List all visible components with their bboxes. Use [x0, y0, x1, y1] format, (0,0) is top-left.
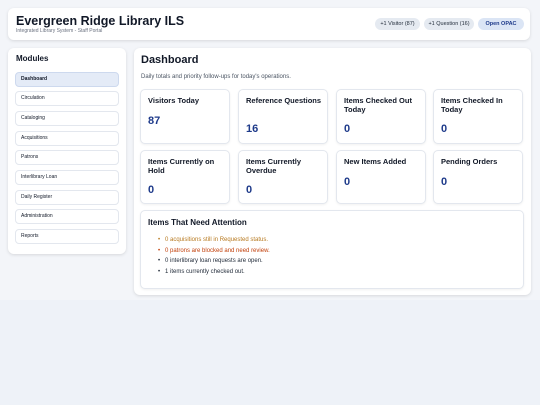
- attention-item: • 1 items currently checked out.: [158, 267, 270, 278]
- card-label: Reference Questions: [246, 96, 322, 105]
- attention-item: • 0 acquisitions still in Requested statu…: [158, 235, 270, 246]
- card-value: 16: [246, 123, 259, 135]
- sidebar-item-dashboard[interactable]: Dashboard: [15, 72, 119, 87]
- app-subtitle: Integrated Library System - Staff Portal: [16, 28, 103, 34]
- attention-item-text: 0 acquisitions still in Requested status…: [165, 237, 269, 243]
- card-value: 0: [344, 176, 351, 188]
- bullet-icon: •: [158, 237, 161, 243]
- app-title: Evergreen Ridge Library ILS: [16, 14, 185, 28]
- dashboard-panel: Dashboard Daily totals and priority foll…: [134, 48, 531, 295]
- sidebar-item-cataloging[interactable]: Cataloging: [15, 111, 119, 126]
- sidebar-item-interlibrary-loan[interactable]: Interlibrary Loan: [15, 170, 119, 185]
- open-opac-button[interactable]: Open OPAC: [478, 18, 524, 30]
- card-label: Pending Orders: [441, 157, 498, 166]
- page-background: [0, 300, 540, 405]
- add-question-button[interactable]: +1 Question (16): [424, 18, 474, 30]
- add-visitor-button[interactable]: +1 Visitor (87): [375, 18, 420, 30]
- card-value: 0: [148, 184, 155, 196]
- card-label: Visitors Today: [148, 96, 199, 105]
- sidebar-title: Modules: [16, 54, 49, 63]
- page-subtitle: Daily totals and priority follow-ups for…: [141, 74, 291, 80]
- card-value: 0: [246, 184, 253, 196]
- attention-panel: Items That Need Attention • 0 acquisition…: [140, 210, 524, 289]
- sidebar-item-daily-register[interactable]: Daily Register: [15, 190, 119, 205]
- attention-item: • 0 interlibrary loan requests are open.: [158, 256, 270, 267]
- card-label: New Items Added: [344, 157, 407, 166]
- bullet-icon: •: [158, 258, 161, 264]
- attention-list: • 0 acquisitions still in Requested statu…: [158, 235, 270, 277]
- page-title: Dashboard: [141, 54, 199, 66]
- card-label: Items Currently on Hold: [148, 157, 215, 175]
- stat-card-overdue: Items Currently Overdue 0: [238, 150, 328, 204]
- attention-title: Items That Need Attention: [148, 218, 247, 227]
- bullet-icon: •: [158, 247, 161, 254]
- card-label: Items Currently Overdue: [246, 157, 302, 175]
- stat-card-checked-in: Items Checked In Today 0: [433, 89, 523, 144]
- sidebar-item-acquisitions[interactable]: Acquisitions: [15, 131, 119, 146]
- card-value: 87: [148, 115, 161, 127]
- modules-sidebar: Modules Dashboard Circulation Cataloging…: [8, 48, 126, 254]
- card-value: 0: [344, 123, 351, 135]
- card-label: Items Checked In Today: [441, 96, 503, 114]
- stat-card-visitors: Visitors Today 87: [140, 89, 230, 144]
- stat-card-reference-questions: Reference Questions 16: [238, 89, 328, 144]
- attention-item-text: 0 patrons are blocked and need review.: [165, 247, 270, 254]
- card-label: Items Checked Out Today: [344, 96, 412, 114]
- bullet-icon: •: [158, 268, 161, 275]
- app-header: Evergreen Ridge Library ILS Integrated L…: [8, 8, 530, 40]
- sidebar-item-reports[interactable]: Reports: [15, 229, 119, 244]
- sidebar-item-administration[interactable]: Administration: [15, 209, 119, 224]
- attention-item-text: 1 items currently checked out.: [165, 268, 245, 275]
- card-value: 0: [441, 123, 448, 135]
- attention-item-text: 0 interlibrary loan requests are open.: [165, 258, 263, 264]
- stat-card-checked-out: Items Checked Out Today 0: [336, 89, 426, 144]
- stat-card-on-hold: Items Currently on Hold 0: [140, 150, 230, 204]
- stat-card-new-items: New Items Added 0: [336, 150, 426, 204]
- sidebar-item-patrons[interactable]: Patrons: [15, 150, 119, 165]
- attention-item: • 0 patrons are blocked and need review.: [158, 246, 270, 257]
- sidebar-item-circulation[interactable]: Circulation: [15, 91, 119, 106]
- stat-card-pending-orders: Pending Orders 0: [433, 150, 523, 204]
- card-value: 0: [441, 176, 448, 188]
